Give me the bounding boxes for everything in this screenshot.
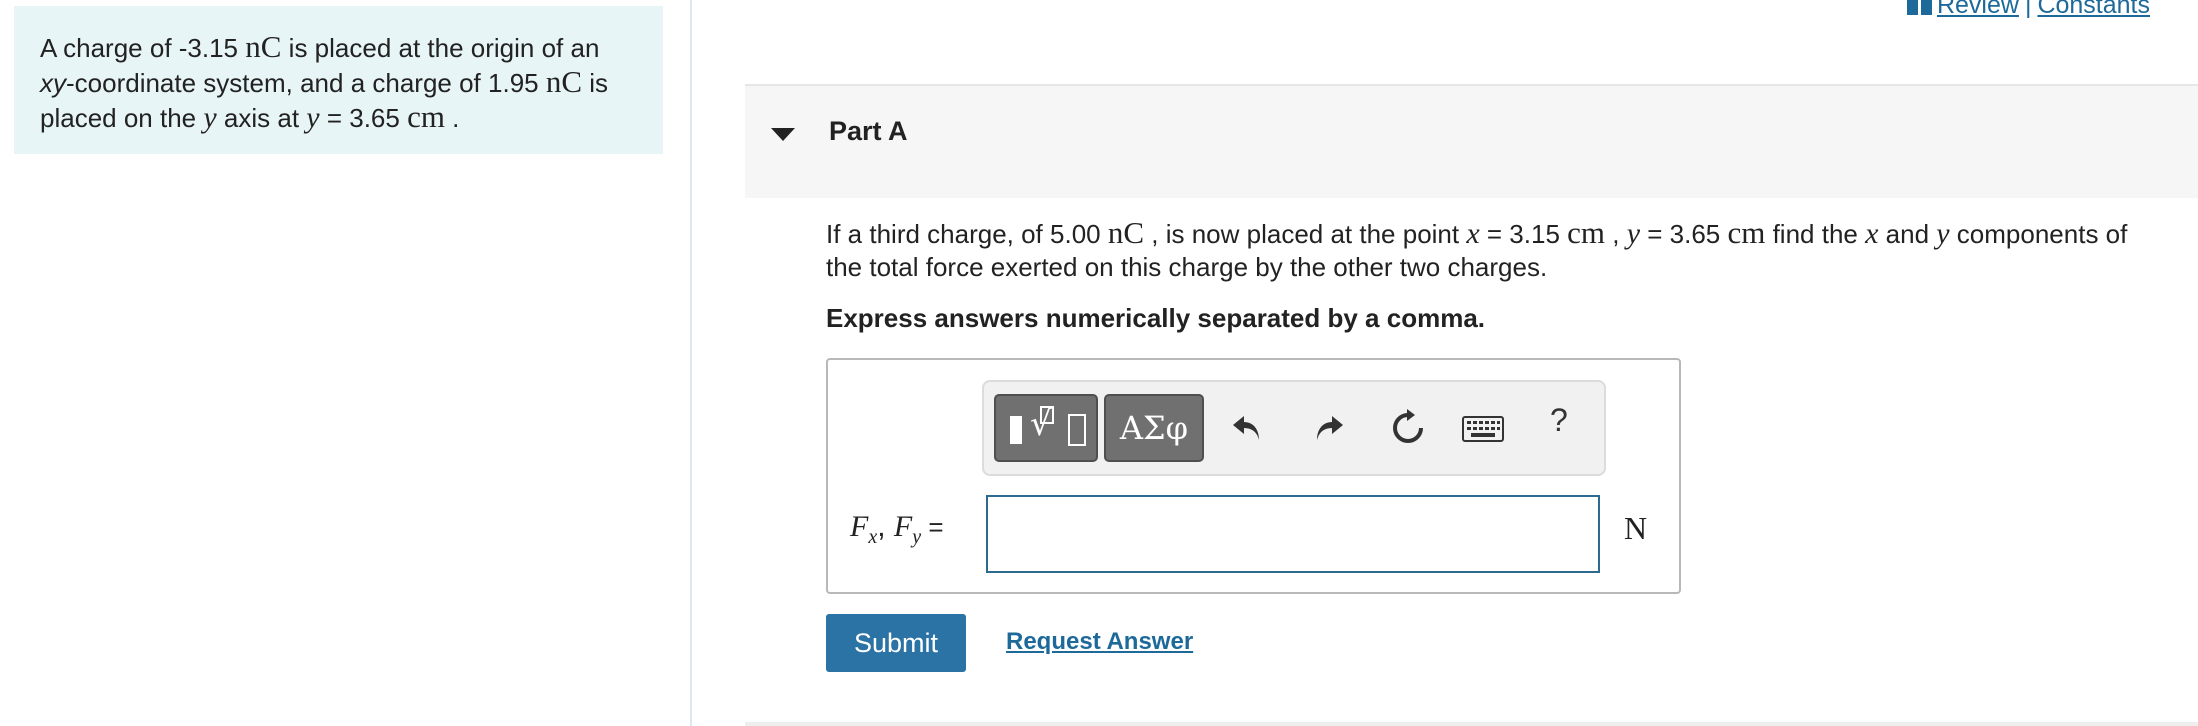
question-text-e: = 3.65: [1640, 219, 1728, 249]
help-button[interactable]: ?: [1550, 402, 1568, 439]
request-answer-link[interactable]: Request Answer: [1006, 628, 1193, 656]
submit-button[interactable]: Submit: [826, 614, 966, 672]
math-toolbar: √ ΑΣφ ?: [982, 380, 1606, 476]
intro-unit-3: cm: [407, 99, 445, 134]
intro-text-3a: placed on the: [40, 103, 204, 133]
links-separator: |: [2024, 0, 2032, 19]
keyboard-icon[interactable]: [1462, 416, 1504, 442]
label-sub-x: x: [868, 526, 878, 548]
answer-box: √ ΑΣφ ? Fx, Fy = N: [826, 358, 1681, 594]
question-var-x-2: x: [1865, 217, 1879, 250]
question-unit-nc: nC: [1107, 215, 1145, 250]
label-f-y: F: [893, 510, 913, 543]
intro-text-2b: -coordinate system, and a charge of 1.95: [66, 68, 546, 98]
top-links: Review | Constants: [1906, 0, 2150, 20]
intro-unit-1: nC: [245, 29, 282, 64]
redo-icon[interactable]: [1312, 410, 1346, 444]
intro-unit-2: nC: [545, 64, 583, 99]
intro-text-2a: xy: [40, 68, 66, 98]
question-text-g: and: [1878, 219, 1937, 249]
intro-text-3c: = 3.65: [319, 103, 408, 133]
answer-input[interactable]: [986, 495, 1600, 573]
template-block-icon: [1010, 416, 1022, 444]
part-title: Part A: [829, 116, 908, 146]
greek-symbols-button[interactable]: ΑΣφ: [1104, 394, 1204, 462]
answer-instruction: Express answers numerically separated by…: [826, 303, 1486, 333]
question-text-f: find the: [1765, 219, 1866, 249]
label-equals: =: [921, 512, 944, 542]
answer-label: Fx, Fy =: [850, 510, 944, 549]
sqrt-icon: √: [1030, 404, 1052, 444]
intro-text-1a: A charge of -3.15: [40, 33, 246, 63]
question-var-y-2: y: [1936, 217, 1950, 250]
label-comma: ,: [877, 510, 894, 543]
constants-link[interactable]: Constants: [2037, 0, 2150, 19]
templates-button[interactable]: √: [994, 394, 1098, 462]
template-box-icon: [1068, 414, 1086, 446]
question-var-x: x: [1466, 217, 1480, 250]
review-link[interactable]: Review: [1937, 0, 2019, 19]
question-text-d: ,: [1605, 219, 1627, 249]
intro-text-1b: is placed at the origin of an: [281, 33, 600, 63]
question-text-b: , is now placed at the point: [1144, 219, 1467, 249]
intro-var-y2: y: [306, 101, 320, 134]
intro-text-3d: .: [444, 103, 460, 133]
intro-text-2c: is: [582, 68, 609, 98]
intro-var-y: y: [203, 101, 217, 134]
problem-intro-text: A charge of -3.15 nC is placed at the or…: [40, 30, 637, 135]
label-sub-y: y: [912, 526, 922, 548]
question-text-a: If a third charge, of 5.00: [826, 219, 1108, 249]
question-text: If a third charge, of 5.00 nC , is now p…: [826, 216, 2176, 284]
label-f-x: F: [850, 510, 869, 543]
question-text-line2: the total force exerted on this charge b…: [826, 252, 1548, 282]
part-a-header[interactable]: Part A: [745, 84, 2198, 198]
part-footer-strip: [745, 722, 2198, 726]
answer-unit: N: [1624, 510, 1648, 546]
reset-icon[interactable]: [1388, 408, 1428, 448]
question-var-y: y: [1626, 217, 1641, 250]
question-text-c: = 3.15: [1479, 219, 1568, 249]
undo-icon[interactable]: [1230, 410, 1264, 444]
collapse-triangle-icon[interactable]: [771, 128, 795, 141]
question-text-h: components of: [1949, 219, 2128, 249]
question-unit-cm-2: cm: [1727, 215, 1766, 250]
intro-text-3b: axis at: [216, 103, 307, 133]
problem-intro-panel: A charge of -3.15 nC is placed at the or…: [14, 6, 663, 154]
panel-divider: [690, 0, 692, 726]
question-unit-cm: cm: [1567, 215, 1606, 250]
book-icon: [1906, 0, 1932, 16]
